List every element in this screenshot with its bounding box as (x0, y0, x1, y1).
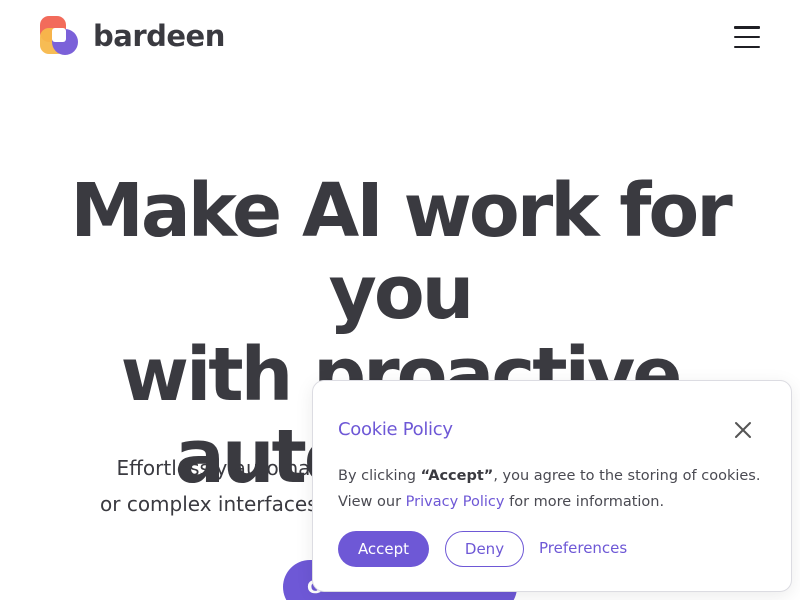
preferences-link[interactable]: Preferences (539, 539, 627, 557)
cookie-text-prefix: By clicking (338, 468, 421, 484)
cookie-text-line: By clicking “Accept”, you agree to the s… (338, 463, 768, 489)
site-header: bardeen (0, 0, 800, 76)
accept-button[interactable]: Accept (338, 531, 429, 567)
hero-title-line: Make AI work for you (70, 168, 733, 336)
cookie-banner: Cookie Policy By clicking “Accept”, you … (312, 380, 792, 592)
close-icon[interactable] (734, 421, 752, 439)
deny-button[interactable]: Deny (445, 531, 524, 567)
cookie-text-line2-prefix: View our (338, 494, 406, 510)
privacy-policy-link[interactable]: Privacy Policy (406, 494, 505, 510)
brand-name[interactable]: bardeen (93, 16, 225, 56)
cookie-text-line2-suffix: for more information. (504, 494, 665, 510)
bardeen-logo[interactable] (40, 16, 80, 56)
hamburger-menu-icon[interactable] (734, 26, 762, 48)
cookie-text-suffix: , you agree to the storing of cookies. (493, 468, 761, 484)
cookie-text-line: View our Privacy Policy for more informa… (338, 489, 768, 515)
menu-line (734, 45, 760, 48)
cookie-text-accept: “Accept” (420, 468, 494, 484)
cookie-text: By clicking “Accept”, you agree to the s… (338, 463, 768, 515)
menu-line (734, 35, 760, 39)
cookie-title: Cookie Policy (338, 419, 453, 440)
menu-line (734, 26, 760, 29)
